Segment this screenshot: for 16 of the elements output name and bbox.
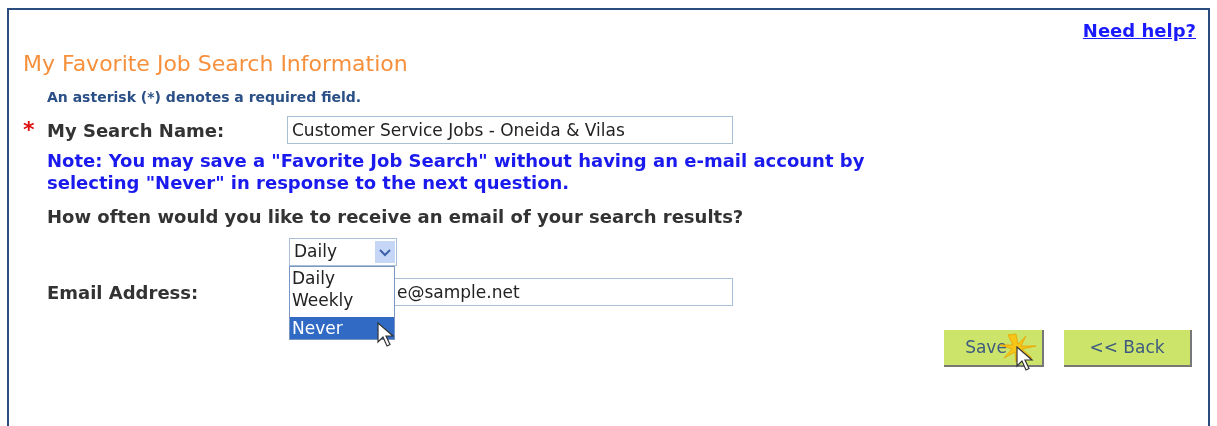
cursor-icon <box>1016 346 1034 372</box>
frequency-select[interactable]: Daily <box>289 238 397 266</box>
dropdown-option[interactable]: Weekly <box>290 289 394 311</box>
back-button[interactable]: << Back <box>1064 330 1192 367</box>
note-text: Note: You may save a "Favorite Job Search" without having an e-mail account by selecting "Never" in response to the next question. <box>47 150 866 194</box>
search-name-field[interactable]: Customer Service Jobs - Oneida & Vilas <box>287 116 733 144</box>
help-link[interactable]: Need help? <box>1082 20 1196 42</box>
field-label: My Search Name: <box>47 118 225 143</box>
required-note: An asterisk (*) denotes a required field. <box>47 88 363 106</box>
email-field[interactable]: e@sample.net <box>395 278 733 306</box>
dropdown-option[interactable]: Daily <box>290 267 394 289</box>
question-text: How often would you like to receive an email of your search results? <box>47 206 745 228</box>
chevron-down-icon <box>375 241 395 263</box>
field-label: Email Address: <box>47 280 199 305</box>
required-mark: * <box>23 119 36 141</box>
page-title: My Favorite Job Search Information <box>23 50 409 78</box>
